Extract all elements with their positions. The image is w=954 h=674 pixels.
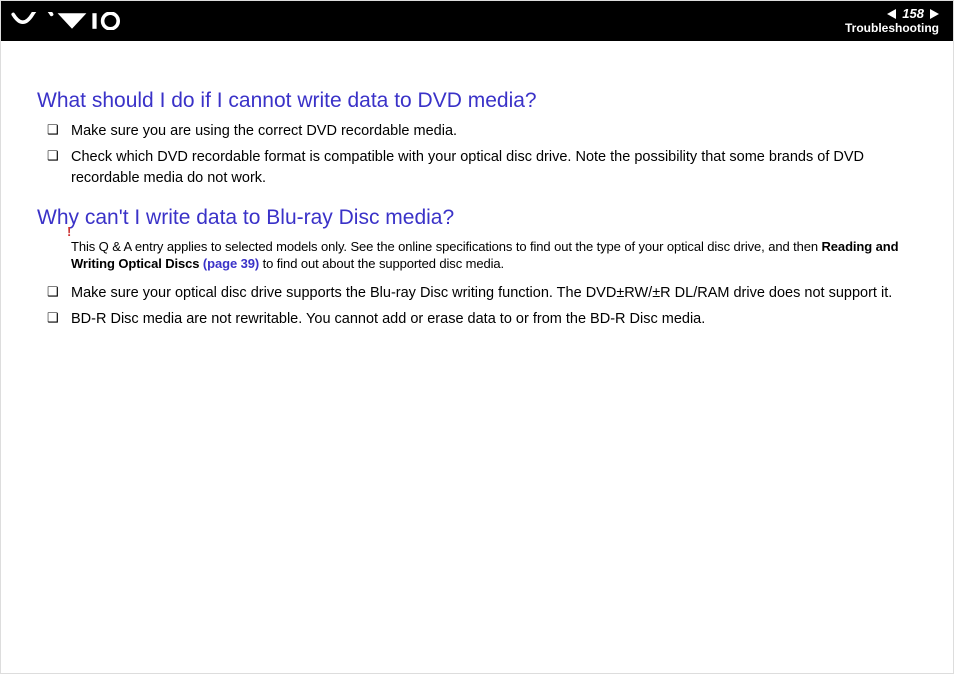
page-number: 158 [902, 7, 924, 21]
page-nav: 158 [887, 7, 939, 21]
prev-page-icon[interactable] [887, 9, 896, 19]
question-2-title: Why can't I write data to Blu-ray Disc m… [37, 206, 917, 230]
question-2-list: Make sure your optical disc drive suppor… [37, 283, 917, 330]
page-content: What should I do if I cannot write data … [1, 41, 953, 354]
vaio-logo-svg [11, 12, 121, 30]
list-item: Check which DVD recordable format is com… [37, 147, 917, 188]
next-page-icon[interactable] [930, 9, 939, 19]
question-1-list: Make sure you are using the correct DVD … [37, 121, 917, 188]
question-1-title: What should I do if I cannot write data … [37, 89, 917, 113]
list-item: Make sure you are using the correct DVD … [37, 121, 917, 141]
header-right: 158 Troubleshooting [845, 7, 939, 34]
warning-icon: ! [67, 223, 71, 241]
section-label: Troubleshooting [845, 22, 939, 35]
list-item: BD-R Disc media are not rewritable. You … [37, 309, 917, 329]
note-text: This Q & A entry applies to selected mod… [71, 239, 822, 254]
note-text-2: to find out about the supported disc med… [259, 256, 504, 271]
model-note: ! This Q & A entry applies to selected m… [37, 238, 917, 273]
vaio-logo [11, 12, 121, 30]
page-header: 158 Troubleshooting [1, 1, 953, 41]
page-link[interactable]: (page 39) [203, 256, 259, 271]
list-item: Make sure your optical disc drive suppor… [37, 283, 917, 303]
